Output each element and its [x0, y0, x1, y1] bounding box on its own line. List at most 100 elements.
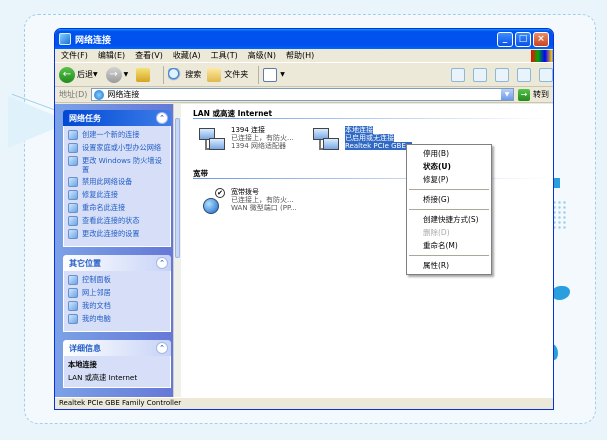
menu-help[interactable]: 帮助(H) [286, 50, 314, 61]
place-label: 网上邻居 [82, 288, 111, 297]
windows-logo-icon [531, 49, 553, 62]
address-label: 地址(D) [59, 90, 88, 99]
search-label: 搜索 [185, 70, 202, 79]
connection-device: Realtek PCIe GBE... [345, 142, 413, 151]
up-folder-button[interactable] [136, 67, 153, 82]
connection-1394[interactable]: 1394 连接 已连接上，有防火... 1394 网络适配器 [199, 126, 294, 154]
connection-local-area[interactable]: 本地连接 已启用或无连接 Realtek PCIe GBE... [313, 126, 413, 154]
network-connections-icon [59, 33, 71, 45]
broadband-icon: ✔ [199, 188, 227, 216]
connection-broadband[interactable]: ✔ 宽带拨号 已连接上，有防火... WAN 微型端口 (PP... [199, 188, 297, 216]
task-rename-connection[interactable]: 重命名此连接 [68, 203, 166, 213]
chevron-down-icon[interactable]: ▼ [501, 89, 513, 100]
network-tasks-header[interactable]: 网络任务 ⌃ [63, 110, 171, 126]
menu-view[interactable]: 查看(V) [135, 50, 163, 61]
maximize-button[interactable]: □ [515, 31, 531, 47]
toolbar-right-icons [443, 67, 553, 82]
forward-button[interactable]: → ▼ [105, 66, 131, 83]
task-label: 修复此连接 [82, 190, 118, 199]
context-menu: 停用(B) 状态(U) 修复(P) 桥接(G) 创建快捷方式(S) 删除(D) … [406, 144, 492, 275]
network-connection-icon [199, 126, 227, 154]
title-bar[interactable]: 网络连接 _ □ × [55, 29, 553, 49]
folders-button[interactable]: 文件夹 [207, 67, 249, 82]
menu-file[interactable]: 文件(F) [61, 50, 88, 61]
status-icon [68, 216, 78, 226]
chevron-down-icon[interactable]: ▼ [280, 71, 285, 78]
task-pane-scrollbar[interactable] [173, 104, 181, 397]
collapse-icon[interactable]: ⌃ [156, 257, 168, 269]
back-button[interactable]: ← 后退 ▼ [59, 66, 100, 83]
menu-bar: 文件(F) 编辑(E) 查看(V) 收藏(A) 工具(T) 高级(N) 帮助(H… [55, 49, 553, 63]
firewall-icon [68, 156, 78, 166]
connection-text: 宽带拨号 已连接上，有防火... WAN 微型端口 (PP... [231, 188, 297, 213]
menu-properties[interactable]: 属性(R) [407, 259, 491, 272]
task-disable-device[interactable]: 禁用此网络设备 [68, 177, 166, 187]
menu-bridge[interactable]: 桥接(G) [407, 193, 491, 206]
task-firewall-settings[interactable]: 更改 Windows 防火墙设置 [68, 156, 166, 174]
new-connection-icon [68, 130, 78, 140]
task-create-connection[interactable]: 创建一个新的连接 [68, 130, 166, 140]
collapse-icon[interactable]: ⌃ [156, 342, 168, 354]
menu-rename[interactable]: 重命名(M) [407, 239, 491, 252]
place-label: 控制面板 [82, 275, 111, 284]
details-type: LAN 或高速 Internet [68, 373, 138, 382]
window-title: 网络连接 [75, 35, 112, 46]
details-body: 本地连接 LAN 或高速 Internet [63, 356, 171, 388]
task-pane: 网络任务 ⌃ 创建一个新的连接 设置家庭或小型办公网络 更改 Windows 防… [55, 104, 181, 397]
menu-edit[interactable]: 编辑(E) [98, 50, 125, 61]
place-label: 我的文档 [82, 301, 111, 310]
copy-icon[interactable] [495, 67, 509, 82]
forward-arrow-icon: → [105, 66, 122, 83]
back-label: 后退 [77, 70, 93, 79]
menu-advanced[interactable]: 高级(N) [248, 50, 276, 61]
network-places-icon [68, 288, 78, 298]
connection-status: 已启用或无连接 [345, 134, 394, 143]
task-repair-connection[interactable]: 修复此连接 [68, 190, 166, 200]
menu-disable[interactable]: 停用(B) [407, 147, 491, 160]
documents-icon [68, 301, 78, 311]
folders-label: 文件夹 [224, 70, 249, 79]
back-arrow-icon: ← [59, 66, 75, 83]
section-divider [193, 178, 549, 179]
views-button[interactable]: ▼ [263, 67, 287, 82]
toolbar-divider [258, 65, 260, 84]
chevron-down-icon[interactable]: ▼ [93, 71, 98, 78]
place-my-computer[interactable]: 我的电脑 [68, 314, 166, 324]
go-arrow-icon: → [518, 88, 530, 101]
menu-status[interactable]: 状态(U) [407, 160, 491, 173]
go-button[interactable]: → 转到 [518, 88, 549, 101]
settings-icon[interactable] [539, 67, 553, 82]
task-label: 查看此连接的状态 [82, 216, 140, 225]
share-icon[interactable] [517, 67, 531, 82]
task-label: 设置家庭或小型办公网络 [82, 143, 162, 152]
details-header[interactable]: 详细信息 ⌃ [63, 340, 171, 356]
folder-icon [207, 67, 222, 82]
task-setup-home-network[interactable]: 设置家庭或小型办公网络 [68, 143, 166, 153]
menu-favorites[interactable]: 收藏(A) [173, 50, 201, 61]
menu-create-shortcut[interactable]: 创建快捷方式(S) [407, 213, 491, 226]
bookmark-icon[interactable] [451, 67, 465, 82]
other-places-header[interactable]: 其它位置 ⌃ [63, 255, 171, 271]
task-label: 更改此连接的设置 [82, 229, 140, 238]
computer-icon [68, 314, 78, 324]
disable-icon [68, 177, 78, 187]
place-network-neighborhood[interactable]: 网上邻居 [68, 288, 166, 298]
close-button[interactable]: × [533, 31, 549, 47]
place-my-documents[interactable]: 我的文档 [68, 301, 166, 311]
minimize-button[interactable]: _ [497, 31, 513, 47]
chevron-down-icon[interactable]: ▼ [124, 71, 129, 78]
address-input[interactable]: 网络连接 ▼ [91, 88, 514, 101]
menu-repair[interactable]: 修复(P) [407, 173, 491, 186]
task-label: 创建一个新的连接 [82, 130, 140, 139]
menu-tools[interactable]: 工具(T) [211, 50, 238, 61]
place-control-panel[interactable]: 控制面板 [68, 275, 166, 285]
scrollbar-thumb[interactable] [175, 118, 180, 258]
menu-delete[interactable]: 删除(D) [407, 226, 491, 239]
panel-title: 其它位置 [69, 258, 101, 268]
task-change-settings[interactable]: 更改此连接的设置 [68, 229, 166, 239]
search-button[interactable]: 搜索 [168, 67, 202, 82]
decorative-dots [552, 200, 566, 230]
expand-icon[interactable] [473, 67, 487, 82]
collapse-icon[interactable]: ⌃ [156, 112, 168, 124]
task-view-status[interactable]: 查看此连接的状态 [68, 216, 166, 226]
